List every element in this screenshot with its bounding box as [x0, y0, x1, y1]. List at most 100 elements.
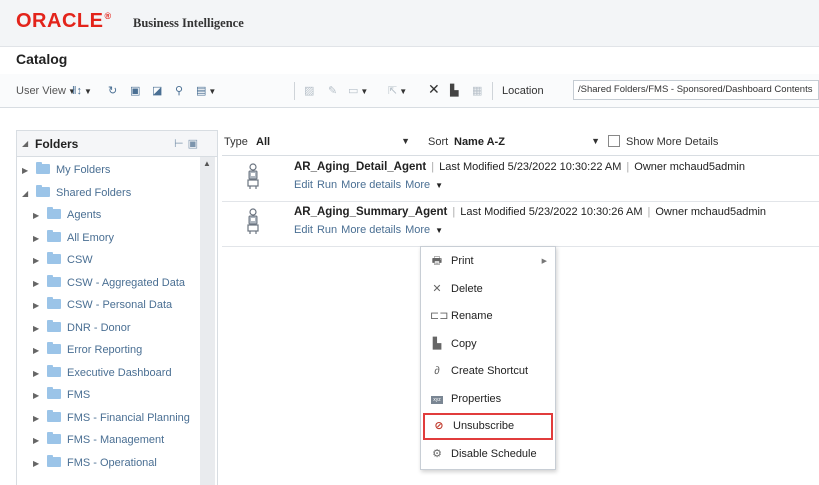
- filter-bar: Type All ▼ Sort Name A-Z ▼ Show More Det…: [222, 130, 819, 156]
- folder-tree-item[interactable]: ◢ Shared Folders: [22, 184, 131, 202]
- folder-tree-item[interactable]: ▶ DNR - Donor: [33, 319, 131, 337]
- more-menu-link[interactable]: More: [405, 224, 430, 236]
- page-title: Catalog: [16, 51, 68, 67]
- expand-triangle-icon[interactable]: ▶: [33, 320, 47, 338]
- folder-tree-item[interactable]: ▶ All Emory: [33, 229, 114, 247]
- folder-tree-scrollbar[interactable]: ▲: [200, 157, 215, 485]
- expand-triangle-icon[interactable]: ▶: [33, 455, 47, 473]
- type-select[interactable]: All ▼: [256, 134, 412, 150]
- more-menu-link[interactable]: More: [405, 179, 430, 191]
- run-link[interactable]: Run: [317, 224, 337, 236]
- menu-item-label: Print: [451, 255, 474, 267]
- more-details-link[interactable]: More details: [341, 179, 401, 191]
- expand-triangle-icon[interactable]: ▶: [33, 365, 47, 383]
- catalog-item-actions: Edit Run More details More ▼: [294, 179, 447, 191]
- folder-tree-item[interactable]: ▶ CSW - Personal Data: [33, 296, 172, 314]
- folder-label: CSW - Personal Data: [67, 299, 173, 311]
- catalog-item-name[interactable]: AR_Aging_Detail_Agent: [294, 161, 426, 173]
- menu-item-unsubscribe[interactable]: ⊘ Unsubscribe: [423, 413, 553, 440]
- menu-item-delete[interactable]: ✕ Delete: [421, 276, 555, 303]
- folder-icon: [36, 184, 50, 197]
- expand-triangle-icon[interactable]: ▶: [33, 252, 47, 270]
- sort-label: Sort: [428, 136, 449, 148]
- folder-tree-item[interactable]: ▶ FMS - Operational: [33, 454, 157, 472]
- expand-triangle-icon[interactable]: ▶: [33, 432, 47, 450]
- folder-tree-item[interactable]: ▶ Executive Dashboard: [33, 364, 172, 382]
- print-menu-button[interactable]: ▭ ▼: [348, 83, 368, 99]
- sort-select[interactable]: Name A-Z ▼: [454, 134, 602, 150]
- expand-triangle-icon[interactable]: ▶: [33, 275, 47, 293]
- expand-triangle-icon[interactable]: ▶: [33, 410, 47, 428]
- chevron-down-icon: ▼: [591, 136, 600, 146]
- folder-tree-item[interactable]: ▶ Error Reporting: [33, 341, 142, 359]
- folder-tree-item[interactable]: ▶ CSW: [33, 251, 93, 269]
- scroll-up-icon[interactable]: ▲: [203, 159, 211, 168]
- new-folder-button[interactable]: ◪: [152, 83, 162, 99]
- menu-item-label: Disable Schedule: [451, 447, 537, 460]
- folder-tree-item[interactable]: ▶ Agents: [33, 206, 101, 224]
- agent-icon: [246, 163, 260, 189]
- upload-icon: ▣: [130, 85, 141, 97]
- separator: |: [647, 206, 651, 218]
- menu-item-rename[interactable]: ⊏⊐ Rename: [421, 303, 555, 330]
- menu-item-label: Unsubscribe: [453, 420, 515, 432]
- folder-label: FMS - Operational: [67, 456, 157, 469]
- copy-button[interactable]: ▙: [450, 83, 458, 99]
- menu-item-copy[interactable]: ▙ Copy: [421, 331, 555, 358]
- folder-tree-item[interactable]: ▶ FMS - Management: [33, 431, 164, 449]
- folder-icon: [47, 432, 61, 444]
- checkbox-icon[interactable]: [608, 135, 620, 147]
- expand-triangle-icon[interactable]: ▶: [33, 297, 47, 315]
- search-button[interactable]: ⚲: [175, 83, 183, 99]
- export-menu-button[interactable]: ⇱ ▼: [388, 83, 407, 99]
- owner-label: Owner: [634, 161, 667, 173]
- location-input[interactable]: /Shared Folders/FMS - Sponsored/Dashboar…: [573, 80, 819, 100]
- run-link[interactable]: Run: [317, 179, 337, 191]
- folder-icon: [47, 207, 61, 219]
- folder-view-icon[interactable]: ▣: [188, 138, 202, 150]
- chevron-down-icon[interactable]: ▼: [435, 181, 443, 190]
- more-details-link[interactable]: More details: [341, 224, 401, 236]
- paste-into-button[interactable]: ▦: [472, 83, 482, 99]
- folder-tree-item[interactable]: ▶ My Folders: [22, 161, 110, 179]
- last-modified-label: Last Modified: [460, 206, 526, 218]
- expand-triangle-icon[interactable]: ▶: [33, 387, 47, 405]
- edit-button[interactable]: ✎: [328, 83, 337, 99]
- menu-item-label: Properties: [451, 392, 502, 405]
- paste-icon: ▦: [472, 85, 483, 97]
- expand-triangle-icon[interactable]: ▶: [33, 230, 47, 248]
- tree-expand-icon[interactable]: ⊢: [174, 138, 188, 150]
- folder-tree-item[interactable]: ▶ FMS - Financial Planning: [33, 409, 190, 427]
- folder-tree-item[interactable]: ▶ FMS: [33, 386, 90, 404]
- user-view-menu[interactable]: User View ▼: [16, 83, 76, 99]
- show-more-details-checkbox[interactable]: Show More Details: [608, 135, 718, 148]
- catalog-item-info: AR_Aging_Detail_Agent | Last Modified 5/23…: [294, 161, 745, 173]
- paste-button[interactable]: ▨: [304, 83, 314, 99]
- upload-button[interactable]: ▣: [130, 83, 140, 99]
- expand-triangle-icon[interactable]: ▶: [22, 162, 36, 180]
- folder-label: FMS - Financial Planning: [67, 411, 190, 424]
- last-modified-value: 5/23/2022 10:30:26 AM: [528, 206, 643, 218]
- folder-tree-item[interactable]: ▶ CSW - Aggregated Data: [33, 274, 185, 292]
- chevron-down-icon[interactable]: ▼: [435, 226, 443, 235]
- menu-item-print[interactable]: 🖶 Print ▶: [421, 248, 555, 275]
- separator: |: [431, 161, 435, 173]
- collapse-triangle-icon[interactable]: ◢: [22, 185, 36, 203]
- view-toggle-button[interactable]: ‖↕ ▼: [72, 83, 92, 99]
- expand-triangle-icon[interactable]: ▶: [33, 342, 47, 360]
- menu-item-disable-schedule[interactable]: ⚙ Disable Schedule: [421, 441, 555, 468]
- menu-item-properties[interactable]: xyz Properties: [421, 386, 555, 413]
- folder-icon: [47, 454, 61, 467]
- delete-button[interactable]: ✕: [428, 81, 440, 97]
- shortcut-link-icon: ∂: [434, 365, 440, 377]
- catalog-item-name[interactable]: AR_Aging_Summary_Agent: [294, 206, 447, 218]
- new-menu-button[interactable]: ▤ ▼: [196, 83, 216, 99]
- expand-triangle-icon[interactable]: ▶: [33, 207, 47, 225]
- collapse-triangle-icon[interactable]: ◢: [22, 139, 28, 148]
- menu-item-label: Delete: [451, 282, 483, 295]
- menu-item-create-shortcut[interactable]: ∂ Create Shortcut: [421, 358, 555, 385]
- edit-link[interactable]: Edit: [294, 224, 313, 236]
- edit-link[interactable]: Edit: [294, 179, 313, 191]
- refresh-button[interactable]: ↻: [108, 83, 117, 99]
- product-name: Business Intelligence: [133, 16, 244, 30]
